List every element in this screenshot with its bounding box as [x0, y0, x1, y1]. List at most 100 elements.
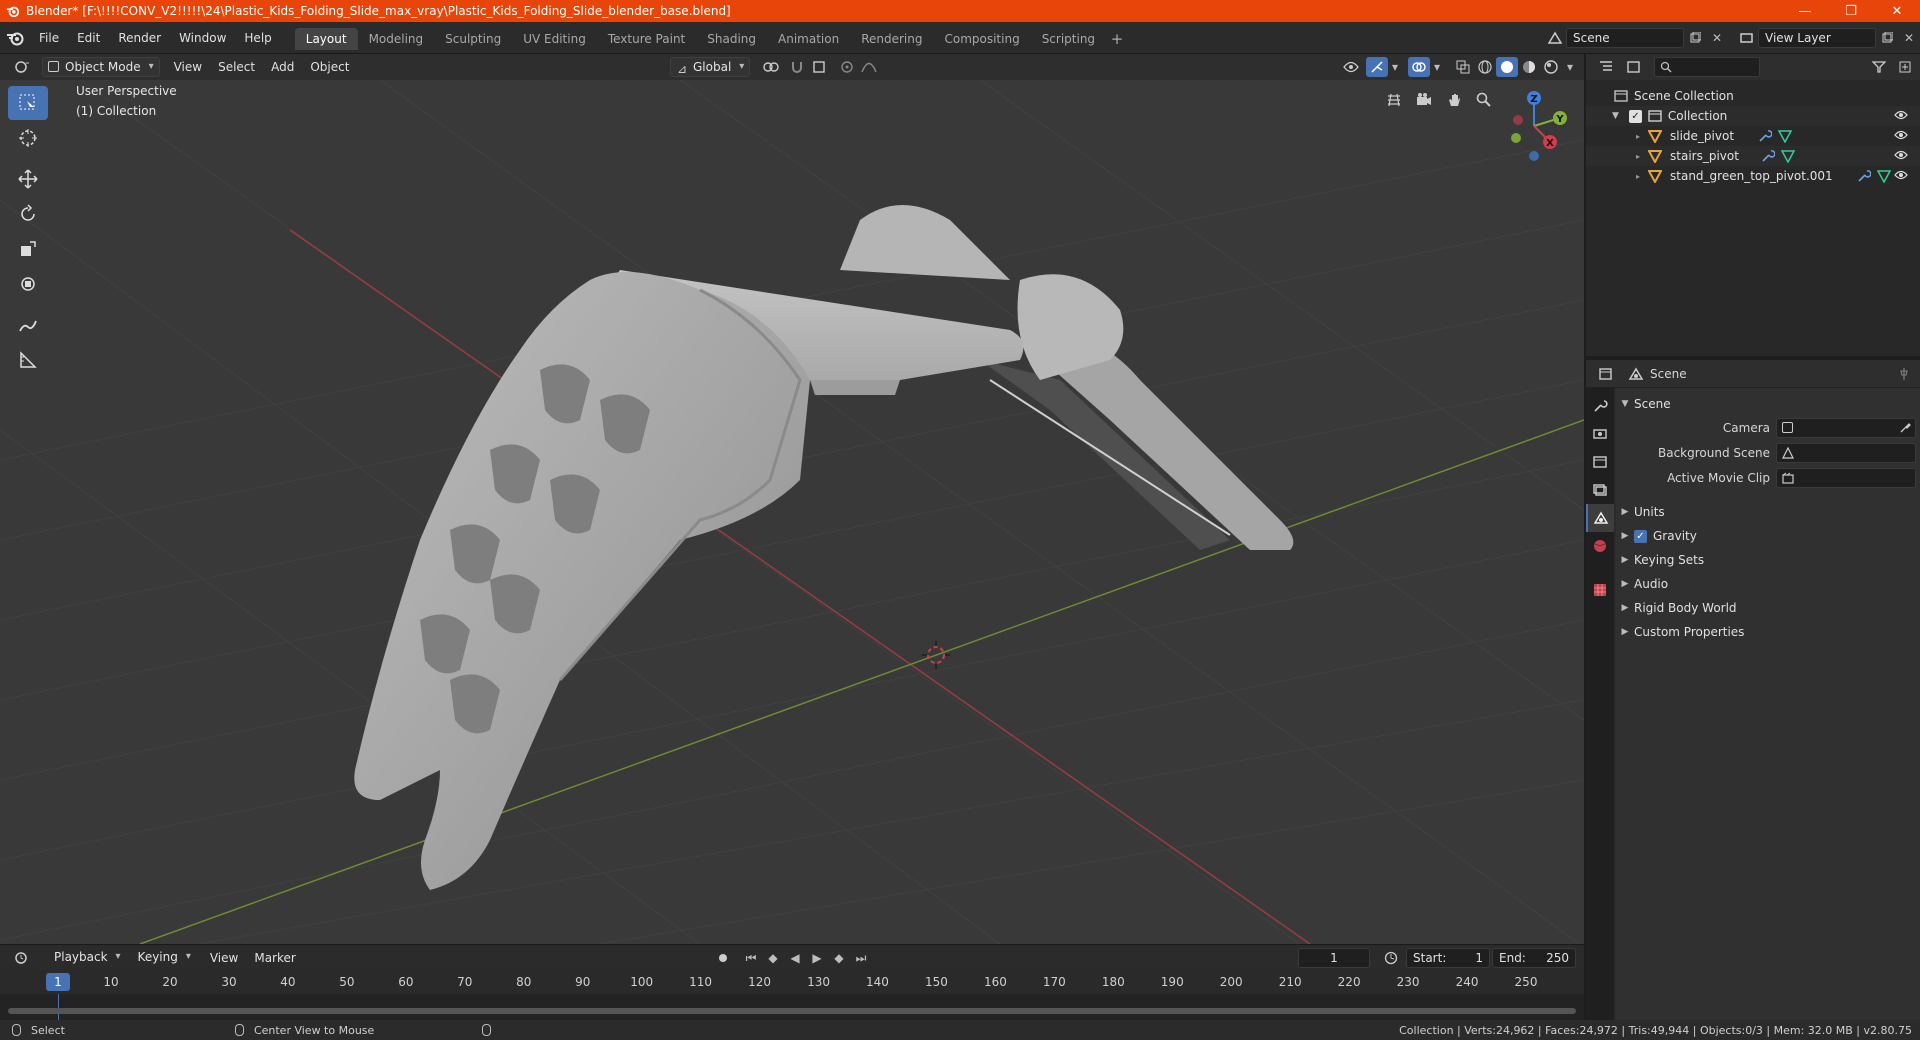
mode-dropdown[interactable]: Object Mode [42, 57, 160, 77]
stand-pivot-expand-icon[interactable]: ▸ [1636, 172, 1640, 181]
editor-type-icon[interactable] [8, 57, 36, 77]
gravity-expand-icon[interactable]: ▶ [1616, 531, 1634, 541]
tab-sculpting[interactable]: Sculpting [434, 28, 512, 50]
close-button[interactable]: ✕ [1874, 0, 1920, 22]
scale-tool[interactable] [8, 232, 48, 266]
snap-target-icon[interactable] [808, 57, 830, 77]
outliner-scene-collection[interactable]: Scene Collection [1586, 86, 1920, 106]
output-properties-tab[interactable] [1586, 448, 1614, 476]
transform-tool[interactable] [8, 267, 48, 301]
3d-viewport[interactable]: User Perspective (1) Collection Z Y X [0, 80, 1584, 944]
timeline-view-menu[interactable]: View [202, 951, 246, 965]
world-properties-tab[interactable] [1586, 532, 1614, 560]
slide-pivot-expand-icon[interactable]: ▸ [1636, 132, 1640, 141]
menu-render[interactable]: Render [109, 27, 170, 49]
menu-window[interactable]: Window [170, 27, 235, 49]
stairs-pivot-expand-icon[interactable]: ▸ [1636, 152, 1640, 161]
outliner-editor-type-icon[interactable] [1592, 57, 1620, 77]
play-icon[interactable]: ▶ [806, 948, 828, 968]
collection-exclude-checkbox[interactable]: ✓ [1628, 109, 1642, 123]
select-box-tool[interactable] [8, 86, 48, 120]
jump-end-icon[interactable]: ⏭ [850, 948, 872, 968]
visibility-icon[interactable] [1336, 57, 1366, 77]
view-layer-icon[interactable] [1736, 28, 1758, 48]
new-scene-icon[interactable] [1684, 28, 1706, 48]
background-scene-field[interactable] [1776, 443, 1916, 463]
blender-logo-icon[interactable] [0, 22, 30, 54]
custom-properties-expand-icon[interactable]: ▶ [1616, 627, 1634, 637]
scene-panel-collapse-icon[interactable]: ▼ [1616, 399, 1634, 409]
audio-panel-header[interactable]: ▶ Audio [1616, 572, 1920, 596]
tab-modeling[interactable]: Modeling [358, 28, 435, 50]
preview-range-icon[interactable] [1380, 948, 1402, 968]
viewport-menu-object[interactable]: Object [302, 60, 357, 74]
tool-properties-tab[interactable] [1586, 392, 1614, 420]
outliner-item-stairs-pivot[interactable]: ▸ stairs_pivot [1586, 146, 1920, 166]
keying-menu[interactable]: Keying [132, 948, 196, 968]
rigid-body-world-expand-icon[interactable]: ▶ [1616, 603, 1634, 613]
move-tool[interactable] [8, 162, 48, 196]
marker-menu[interactable]: Marker [246, 951, 303, 965]
audio-expand-icon[interactable]: ▶ [1616, 579, 1634, 589]
gravity-panel-header[interactable]: ▶ ✓ Gravity [1616, 524, 1920, 548]
maximize-button[interactable]: ❐ [1828, 0, 1874, 22]
viewport-menu-add[interactable]: Add [263, 60, 302, 74]
snap-icon[interactable] [786, 57, 808, 77]
rotate-tool[interactable] [8, 197, 48, 231]
start-frame-field[interactable]: Start: 1 [1406, 948, 1490, 968]
view-layer-properties-tab[interactable] [1586, 476, 1614, 504]
shading-dropdown-icon[interactable]: ▾ [1562, 57, 1578, 77]
keying-sets-panel-header[interactable]: ▶ Keying Sets [1616, 548, 1920, 572]
rendered-shading-icon[interactable] [1540, 57, 1562, 77]
jump-keyframe-forward-icon[interactable]: ◆ [828, 948, 850, 968]
camera-field[interactable] [1776, 418, 1916, 438]
units-panel-header[interactable]: ▶ Units [1616, 500, 1920, 524]
tab-animation[interactable]: Animation [767, 28, 850, 50]
scene-properties-tab[interactable] [1586, 504, 1614, 532]
gizmo-dropdown-icon[interactable]: ▾ [1388, 57, 1402, 77]
timeline-ruler[interactable]: 1 10 20 30 40 50 60 70 80 90 100 110 120 130 140 150 160… [0, 970, 1584, 994]
solid-shading-icon[interactable] [1496, 57, 1518, 77]
tab-rendering[interactable]: Rendering [850, 28, 933, 50]
overlays-toggle-icon[interactable] [1408, 57, 1430, 77]
menu-edit[interactable]: Edit [68, 27, 109, 49]
falloff-icon[interactable] [858, 57, 880, 77]
scene-panel-header[interactable]: ▼ Scene [1616, 392, 1920, 416]
minimize-button[interactable]: — [1782, 0, 1828, 22]
gravity-checkbox[interactable]: ✓ [1634, 529, 1647, 543]
playback-menu[interactable]: Playback [48, 948, 126, 968]
display-mode-icon[interactable] [1620, 57, 1648, 77]
end-frame-field[interactable]: End: 250 [1492, 948, 1576, 968]
cursor-tool[interactable] [8, 121, 48, 155]
orientation-dropdown[interactable]: ⊿ Global [670, 57, 751, 77]
wireframe-shading-icon[interactable] [1474, 57, 1496, 77]
view-layer-selector[interactable]: View Layer [1758, 28, 1876, 48]
timeline-editor-type-icon[interactable] [8, 948, 36, 968]
outliner-item-slide-pivot[interactable]: ▸ slide_pivot [1586, 126, 1920, 146]
outliner-item-stand-green-top-pivot[interactable]: ▸ stand_green_top_pivot.001 [1586, 166, 1920, 186]
menu-help[interactable]: Help [235, 27, 280, 49]
menu-file[interactable]: File [30, 27, 68, 49]
tab-uv-editing[interactable]: UV Editing [512, 28, 597, 50]
viewport-menu-view[interactable]: View [166, 60, 210, 74]
custom-properties-panel-header[interactable]: ▶ Custom Properties [1616, 620, 1920, 644]
gizmo-toggle-icon[interactable] [1366, 57, 1388, 77]
play-reverse-icon[interactable]: ◀ [784, 948, 806, 968]
active-movie-clip-field[interactable] [1776, 468, 1916, 488]
delete-scene-icon[interactable]: ✕ [1706, 28, 1728, 48]
record-icon[interactable] [712, 948, 734, 968]
units-expand-icon[interactable]: ▶ [1616, 507, 1634, 517]
render-properties-tab[interactable] [1586, 420, 1614, 448]
tab-texture-paint[interactable]: Texture Paint [597, 28, 696, 50]
material-shading-icon[interactable] [1518, 57, 1540, 77]
xray-toggle-icon[interactable] [1452, 57, 1474, 77]
proportional-edit-icon[interactable] [836, 57, 858, 77]
keying-sets-expand-icon[interactable]: ▶ [1616, 555, 1634, 565]
rigid-body-world-panel-header[interactable]: ▶ Rigid Body World [1616, 596, 1920, 620]
properties-editor-type-icon[interactable] [1592, 364, 1620, 384]
pivot-point-icon[interactable] [756, 57, 786, 77]
outliner-search-input[interactable] [1654, 57, 1760, 77]
current-frame-indicator[interactable]: 1 [46, 973, 70, 991]
collection-expand-icon[interactable]: ▼ [1612, 111, 1619, 121]
jump-keyframe-back-icon[interactable]: ◆ [762, 948, 784, 968]
